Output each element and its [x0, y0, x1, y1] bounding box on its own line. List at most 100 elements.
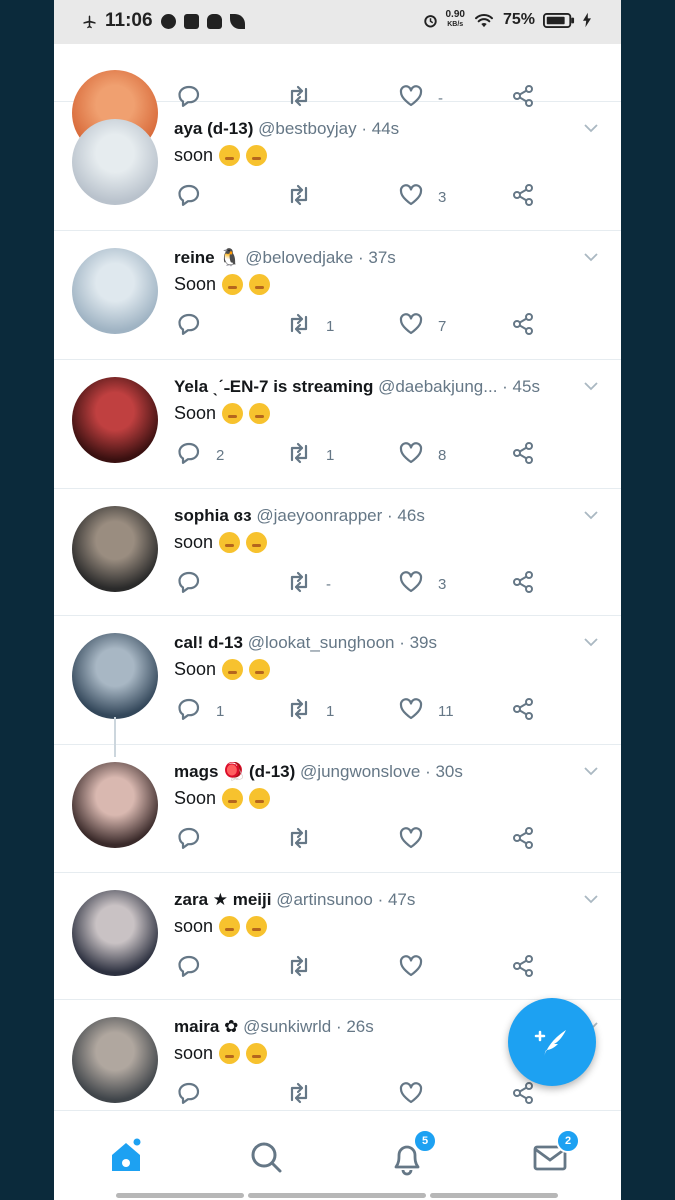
retweet-button[interactable] [286, 826, 326, 854]
chevron-down-icon[interactable] [582, 121, 598, 135]
chevron-down-icon[interactable] [582, 250, 598, 264]
battery-percent: 75% [502, 11, 535, 28]
share-button[interactable] [510, 1081, 536, 1109]
user-handle[interactable]: @belovedjake [245, 248, 353, 267]
user-handle[interactable]: @jaeyoonrapper [256, 506, 382, 525]
tweet[interactable]: cal! d-13 @lookat_sunghoon · 39s Soon 1 1 11 [54, 615, 621, 745]
avatar[interactable] [72, 119, 158, 205]
tweet[interactable]: - [54, 44, 621, 156]
user-display-name[interactable]: reine 🐧 [174, 248, 241, 267]
chevron-down-icon[interactable] [582, 764, 598, 778]
shushing-face-emoji [222, 659, 244, 680]
retweet-button[interactable]: 1 [286, 312, 334, 340]
share-button[interactable] [510, 183, 536, 211]
chevron-down-icon[interactable] [582, 508, 598, 522]
avatar[interactable] [72, 1017, 158, 1103]
like-count: 8 [438, 446, 447, 464]
tweet-text: soon [174, 532, 268, 553]
reply-button[interactable] [176, 570, 216, 598]
chevron-down-icon[interactable] [582, 892, 598, 906]
share-button[interactable] [510, 570, 536, 598]
money-mouth-face-emoji [246, 145, 268, 166]
compose-feather-icon [534, 1030, 566, 1056]
reply-button[interactable] [176, 312, 216, 340]
retweet-button[interactable] [286, 183, 326, 211]
tweet[interactable]: zara ★ meiji @artinsunoo · 47s soon [54, 872, 621, 1000]
share-button[interactable] [510, 697, 536, 725]
retweet-button[interactable]: 1 [286, 697, 334, 725]
nav-search[interactable] [246, 1137, 286, 1177]
reply-button[interactable]: 1 [176, 697, 224, 725]
shushing-face-emoji [219, 916, 241, 937]
compose-tweet-button[interactable] [508, 998, 596, 1086]
tweet-actions: 17 [174, 312, 594, 342]
avatar[interactable] [72, 248, 158, 334]
avatar[interactable] [72, 506, 158, 592]
reply-button[interactable] [176, 954, 216, 982]
share-button[interactable] [510, 826, 536, 854]
user-display-name[interactable]: cal! d-13 [174, 633, 243, 652]
user-handle[interactable]: @jungwonslove [300, 762, 420, 781]
reply-button[interactable] [176, 826, 216, 854]
gesture-bar-center [248, 1193, 426, 1198]
retweet-button[interactable]: 1 [286, 441, 334, 469]
like-button[interactable] [398, 1081, 438, 1109]
retweet-button[interactable] [286, 954, 326, 982]
like-button[interactable]: 7 [398, 312, 446, 340]
avatar[interactable] [72, 633, 158, 719]
tweet-text: Soon [174, 788, 271, 809]
retweet-button[interactable] [286, 1081, 326, 1109]
user-handle[interactable]: @lookat_sunghoon [248, 633, 395, 652]
reply-button[interactable] [176, 183, 216, 211]
reply-button[interactable]: 2 [176, 441, 224, 469]
share-button[interactable] [510, 954, 536, 982]
share-button[interactable] [510, 312, 536, 340]
user-handle[interactable]: @sunkiwrld [243, 1017, 331, 1036]
chevron-down-icon[interactable] [582, 379, 598, 393]
avatar[interactable] [72, 377, 158, 463]
tweet-header: mags 🪀 (d-13) @jungwonslove · 30s [174, 762, 574, 782]
shushing-face-emoji [222, 274, 244, 295]
like-button[interactable] [398, 826, 438, 854]
wifi-icon [474, 14, 493, 28]
tweet-text: soon [174, 1043, 268, 1064]
heart-icon [398, 696, 424, 726]
nav-home[interactable] [106, 1137, 146, 1177]
like-button[interactable] [398, 954, 438, 982]
tweet-actions: 1 1 11 [174, 697, 594, 727]
user-display-name[interactable]: Yela ˎˊ˗EN-7 is streaming [174, 377, 373, 396]
avatar[interactable] [72, 890, 158, 976]
chevron-down-icon[interactable] [582, 635, 598, 649]
avatar[interactable] [72, 762, 158, 848]
tweet-text: soon [174, 916, 268, 937]
user-display-name[interactable]: sophia ɞɜ [174, 506, 252, 525]
tweet[interactable]: Yela ˎˊ˗EN-7 is streaming @daebakjung...… [54, 359, 621, 489]
like-button[interactable]: 3 [398, 183, 446, 211]
like-button[interactable]: 3 [398, 570, 446, 598]
tweet[interactable]: mags 🪀 (d-13) @jungwonslove · 30s Soon [54, 744, 621, 873]
tweet[interactable]: reine 🐧 @belovedjake · 37s Soon 1 7 [54, 230, 621, 360]
reply-button[interactable] [176, 1081, 216, 1109]
tweet-feed[interactable]: - aya (d-13) @bestboyjay · 44s soon 3 reine … [54, 44, 621, 1110]
user-display-name[interactable]: mags 🪀 (d-13) [174, 762, 295, 781]
share-button[interactable] [510, 441, 536, 469]
nav-notifications[interactable]: 5 [387, 1129, 437, 1177]
nav-messages[interactable]: 2 [530, 1129, 580, 1177]
tweet-actions: 3 [174, 183, 594, 213]
user-handle[interactable]: @bestboyjay [258, 119, 357, 138]
tweet[interactable]: aya (d-13) @bestboyjay · 44s soon 3 [54, 101, 621, 231]
user-handle[interactable]: @artinsunoo [276, 890, 373, 909]
like-button[interactable]: 11 [398, 697, 454, 725]
retweet-button[interactable]: - [286, 570, 331, 598]
user-handle[interactable]: @daebakjung... [378, 377, 497, 396]
user-display-name[interactable]: maira ✿ [174, 1017, 238, 1036]
user-display-name[interactable]: zara ★ meiji [174, 890, 271, 909]
snapchat-icon [206, 13, 222, 29]
heart-icon [398, 825, 424, 855]
tweet-text-content: soon [174, 1043, 214, 1063]
tweet[interactable]: sophia ɞɜ @jaeyoonrapper · 46s soon -3 [54, 488, 621, 616]
user-display-name[interactable]: aya (d-13) [174, 119, 253, 138]
tweet-actions: 2 1 8 [174, 441, 594, 471]
like-button[interactable]: 8 [398, 441, 446, 469]
tweet-text-content: soon [174, 532, 214, 552]
